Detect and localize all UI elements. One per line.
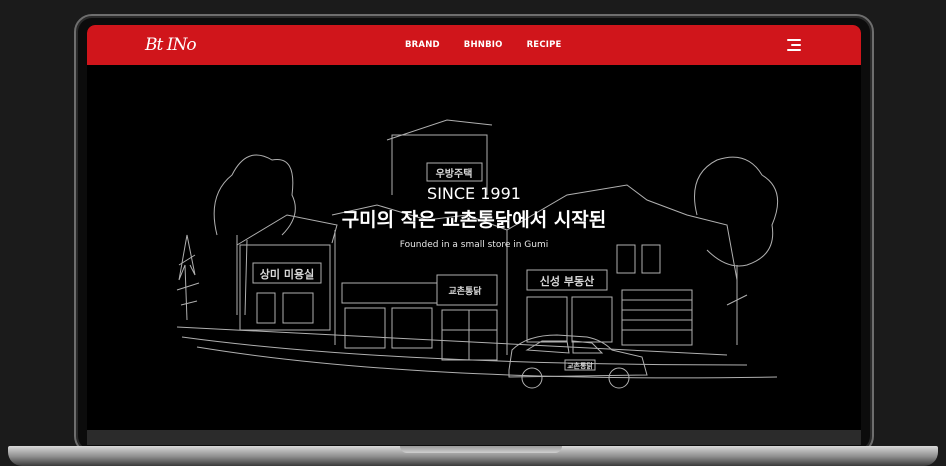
nav-bhnbio-link[interactable]: BHNBIO — [464, 40, 503, 50]
sign-real-estate: 신성 부동산 — [540, 274, 594, 288]
browser-screen: Bt INobhc BRAND BHNBIO RECIPE — [87, 25, 861, 445]
nav-recipe-link[interactable]: RECIPE — [527, 40, 562, 50]
brand-logo[interactable]: Bt INobhc — [145, 31, 201, 81]
laptop-base — [8, 446, 938, 466]
site-header: Bt INobhc BRAND BHNBIO RECIPE — [87, 25, 861, 81]
hero-title: 구미의 작은 교촌통닭에서 시작된 — [341, 209, 607, 231]
sign-top-building: 우방주택 — [436, 167, 473, 180]
sign-center-store: 교촌통닭 — [448, 285, 482, 297]
laptop-notch — [400, 446, 562, 453]
hero-subtitle: Founded in a small store in Gumi — [399, 240, 549, 250]
nav-brand-link[interactable]: BRAND — [405, 40, 440, 50]
hero-since: SINCE 1991 — [427, 184, 521, 203]
hamburger-menu-icon[interactable] — [787, 39, 801, 51]
hero-text-block: SINCE 1991 구미의 작은 교촌통닭에서 시작된 Founded in … — [87, 183, 861, 250]
logo-text: Bt INo — [145, 35, 197, 55]
sign-car: 교촌통닭 — [567, 361, 593, 370]
section-divider — [87, 430, 861, 445]
main-nav: BRAND BHNBIO RECIPE — [405, 25, 562, 65]
hero-section: 상미 미용실 우방주택 교촌통닭 신성 부동산 교촌통닭 SINCE 1991 … — [87, 65, 861, 430]
sign-beauty-salon: 상미 미용실 — [260, 267, 314, 281]
